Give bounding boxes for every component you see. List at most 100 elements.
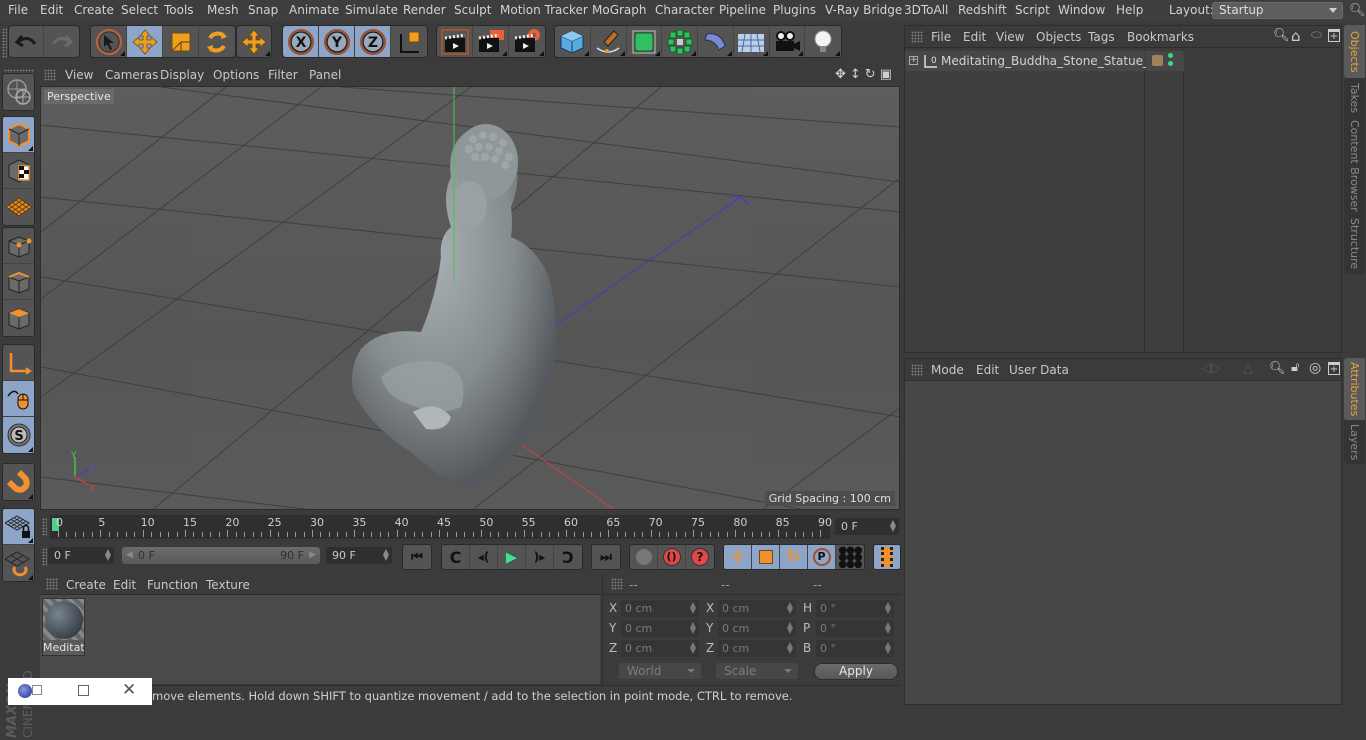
points-mode-button[interactable] <box>3 228 34 264</box>
move-tool-button[interactable] <box>127 26 163 57</box>
tab-objects[interactable]: Objects <box>1344 25 1365 78</box>
record-keys-button[interactable] <box>630 545 658 569</box>
object-menu-file[interactable]: File <box>931 30 951 44</box>
toggle-layout-icon[interactable]: ▣ <box>880 67 892 82</box>
toolbar-grip[interactable] <box>2 28 7 58</box>
texture-mode-button[interactable] <box>3 153 34 189</box>
menu-tools[interactable]: Tools <box>164 3 194 17</box>
dolly-view-icon[interactable]: ↕ <box>850 67 861 82</box>
start-frame-field[interactable]: 0 F ▲ ▼ <box>48 547 114 564</box>
timeline-ruler[interactable]: 0 5 10 15 20 25 30 35 40 45 50 55 60 65 70 75 80 85 90 <box>50 515 832 539</box>
object-manager-grip[interactable] <box>911 31 923 43</box>
spinner-arrows-icon[interactable]: ▲ ▼ <box>690 641 696 655</box>
planar-workplane-button[interactable] <box>3 545 34 581</box>
goto-start-button[interactable]: ⏮ <box>403 545 431 569</box>
maximize-window-icon[interactable] <box>78 685 89 696</box>
menu-file[interactable]: File <box>8 3 28 17</box>
deformer-button[interactable] <box>698 26 734 57</box>
object-menu-objects[interactable]: Objects <box>1036 30 1081 44</box>
home-icon[interactable]: ⌂ <box>1291 27 1301 45</box>
menu-select[interactable]: Select <box>121 3 158 17</box>
toggle-view-icon[interactable]: ⬭ <box>1311 28 1322 43</box>
material-item[interactable]: Meditat <box>42 598 85 656</box>
spinner-arrows-icon[interactable]: ▲ ▼ <box>787 641 793 655</box>
rot-h-field[interactable]: 0 ° ▲ ▼ <box>816 600 894 617</box>
3d-viewport[interactable]: Y Z X Perspective Grid Spacing : 100 cm <box>40 86 900 510</box>
menu-render[interactable]: Render <box>403 3 446 17</box>
tab-structure[interactable]: Structure <box>1344 214 1365 274</box>
coordinate-system-button[interactable] <box>391 26 427 57</box>
frame-range-slider[interactable]: ◀ 0 F 90 F ▶ <box>122 547 320 564</box>
polygons-mode-button[interactable] <box>3 300 34 336</box>
next-frame-button[interactable]: )▸ <box>526 545 554 569</box>
orbit-view-icon[interactable]: ↻ <box>865 67 876 82</box>
spinner-arrows-icon[interactable]: ▲ ▼ <box>787 601 793 615</box>
light-button[interactable] <box>805 26 841 57</box>
axis-mode-button[interactable] <box>3 345 34 381</box>
play-button[interactable]: ▶ <box>498 545 526 569</box>
x-axis-lock-button[interactable]: X <box>283 26 319 57</box>
menu-script[interactable]: Script <box>1015 3 1050 17</box>
object-name[interactable]: Meditating_Buddha_Stone_Statue_001 <box>941 54 1172 68</box>
attribute-menu-edit[interactable]: Edit <box>976 363 999 377</box>
viewport-menu-display[interactable]: Display <box>160 68 204 82</box>
render-settings-button[interactable] <box>509 26 545 57</box>
key-pla-button[interactable]: ●●● ●●● ●●● <box>836 545 864 569</box>
new-panel-icon[interactable]: + <box>1328 29 1340 42</box>
camera-label[interactable]: Perspective <box>44 89 114 104</box>
spinner-arrows-icon[interactable]: ▲ ▼ <box>885 621 891 635</box>
pos-y-field[interactable]: 0 cm ▲ ▼ <box>621 620 699 637</box>
pan-view-icon[interactable]: ✥ <box>835 67 846 82</box>
viewport-grip[interactable] <box>44 69 56 81</box>
pos-x-field[interactable]: 0 cm ▲ ▼ <box>621 600 699 617</box>
viewport-menu-panel[interactable]: Panel <box>309 68 341 82</box>
spinner-arrows-icon[interactable]: ▲ ▼ <box>890 519 896 533</box>
pen-spline-button[interactable] <box>591 26 627 57</box>
object-menu-view[interactable]: View <box>996 30 1024 44</box>
apply-button[interactable]: Apply <box>814 663 898 680</box>
lock-icon[interactable]: 🔓︎ <box>1291 360 1299 375</box>
object-menu-bookmarks[interactable]: Bookmarks <box>1127 30 1194 44</box>
cloner-button[interactable] <box>662 26 698 57</box>
size-x-field[interactable]: 0 cm ▲ ▼ <box>718 600 796 617</box>
range-left-arrow-icon[interactable]: ◀ <box>126 547 133 564</box>
viewport-menu-options[interactable]: Options <box>213 68 259 82</box>
prev-frame-button[interactable]: ◂( <box>470 545 498 569</box>
up-arrow-icon[interactable]: △ <box>1243 361 1253 376</box>
menu-character[interactable]: Character <box>655 3 714 17</box>
rot-b-field[interactable]: 0 ° ▲ ▼ <box>816 640 894 657</box>
viewport-menu-view[interactable]: View <box>65 68 93 82</box>
render-visibility-dot[interactable] <box>1168 61 1173 66</box>
size-z-field[interactable]: 0 cm ▲ ▼ <box>718 640 796 657</box>
key-parameter-button[interactable]: P <box>808 545 836 569</box>
new-panel-icon[interactable]: + <box>1328 362 1340 375</box>
target-icon[interactable]: ◎ <box>1309 360 1321 376</box>
menu-sculpt[interactable]: Sculpt <box>454 3 491 17</box>
material-menu-create[interactable]: Create <box>66 578 106 592</box>
render-view-button[interactable] <box>437 26 473 57</box>
rot-p-field[interactable]: 0 ° ▲ ▼ <box>816 620 894 637</box>
key-scale-button[interactable] <box>752 545 780 569</box>
spinner-arrows-icon[interactable]: ▲ ▼ <box>885 641 891 655</box>
tweak-mode-button[interactable] <box>3 381 34 417</box>
menu-create[interactable]: Create <box>74 3 114 17</box>
material-menu-texture[interactable]: Texture <box>206 578 250 592</box>
search-icon[interactable]: 🔍︎ <box>1273 28 1290 43</box>
range-right-arrow-icon[interactable]: ▶ <box>309 547 316 564</box>
spinner-arrows-icon[interactable]: ▲ ▼ <box>885 601 891 615</box>
menu-simulate[interactable]: Simulate <box>345 3 398 17</box>
model-mode-button[interactable] <box>3 117 34 153</box>
spinner-arrows-icon[interactable]: ▲ ▼ <box>105 548 111 562</box>
search-icon[interactable]: 🔍︎ <box>1349 3 1366 18</box>
viewport-menu-filter[interactable]: Filter <box>268 68 298 82</box>
pos-z-field[interactable]: 0 cm ▲ ▼ <box>621 640 699 657</box>
menu-help[interactable]: Help <box>1116 3 1143 17</box>
locked-workplane-button[interactable] <box>3 509 34 545</box>
solo-mode-button[interactable]: S <box>3 417 34 453</box>
back-arrow-icon[interactable]: ◁▷ <box>1201 361 1221 376</box>
menu-mograph[interactable]: MoGraph <box>592 3 647 17</box>
tab-content-browser[interactable]: Content Browser <box>1344 118 1365 214</box>
keyframe-selection-button[interactable]: ? <box>686 545 714 569</box>
tab-layers[interactable]: Layers <box>1344 420 1365 464</box>
menu-3dtoall[interactable]: 3DToAll <box>904 3 948 17</box>
